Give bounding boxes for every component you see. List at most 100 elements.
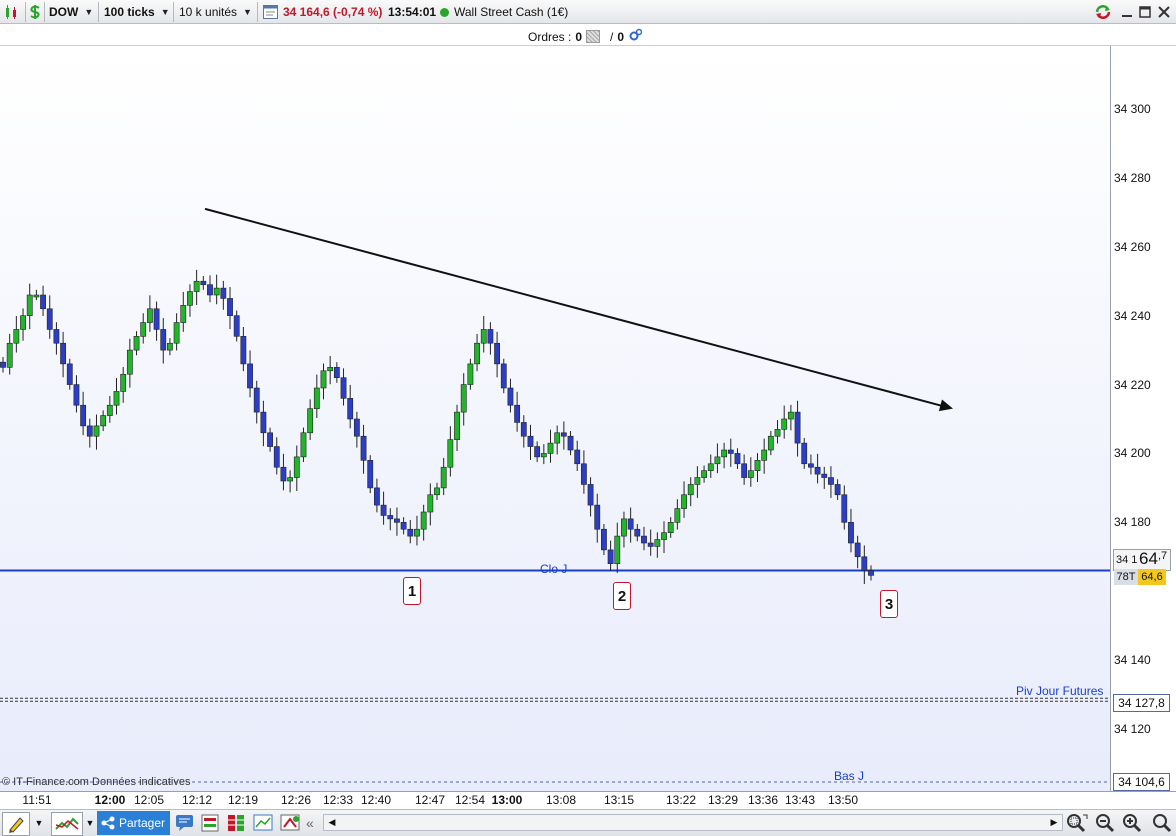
orders-grid-icon[interactable] — [586, 30, 601, 43]
time-tick-label: 11:51 — [22, 793, 52, 807]
orders-slash: / — [610, 29, 614, 44]
candle-body — [40, 294, 46, 310]
chevron-double-left-icon[interactable]: « — [306, 815, 314, 831]
window-chart-icon[interactable] — [253, 814, 275, 835]
alert-icon[interactable] — [280, 814, 302, 835]
horizontal-scrollbar[interactable]: ◀ ▶ — [323, 814, 1063, 831]
candle-body — [313, 387, 320, 409]
zoom-area-icon[interactable] — [1066, 813, 1088, 836]
indicator-icon[interactable] — [51, 812, 83, 836]
candle-body — [841, 494, 848, 523]
zoom-in-icon[interactable] — [1122, 813, 1144, 836]
candle-body — [387, 515, 394, 520]
price-axis[interactable] — [1110, 46, 1176, 791]
candle-body — [307, 408, 314, 434]
candle-body — [641, 535, 647, 544]
time-tick-label: 13:43 — [784, 793, 816, 807]
candle-body — [741, 463, 748, 478]
candle-body — [273, 446, 280, 468]
candle-body — [527, 435, 534, 447]
dollar-refresh-icon[interactable] — [28, 0, 44, 24]
candle-body — [601, 528, 607, 551]
candle-body — [828, 477, 834, 485]
scroll-right-icon[interactable]: ▶ — [1048, 817, 1060, 828]
minimize-button[interactable] — [1119, 0, 1135, 24]
chevron-down-icon: ▼ — [84, 7, 94, 17]
candle-body — [560, 432, 567, 437]
candle-body — [440, 466, 447, 489]
time-tick-label: 13:15 — [603, 793, 635, 807]
candle-body — [414, 528, 420, 537]
candle-body — [353, 418, 360, 437]
candle-body — [33, 294, 40, 298]
candle-body — [340, 377, 347, 399]
ticks-label: 100 ticks — [104, 5, 155, 19]
maximize-button[interactable] — [1137, 0, 1153, 24]
price-chart[interactable] — [0, 46, 1110, 791]
share-icon — [101, 816, 115, 830]
clock: 13:54:01 — [388, 0, 436, 24]
candle-body — [187, 291, 193, 306]
time-tick-label: 12:26 — [280, 793, 312, 807]
last-price-box: 34 1 64 ,7 — [1113, 549, 1171, 571]
ticks-select[interactable]: 100 ticks ▼ — [104, 0, 174, 24]
candle-body — [260, 411, 267, 434]
market-open-dot-icon — [440, 7, 449, 17]
pencil-icon[interactable] — [2, 812, 30, 836]
chevron-down-icon[interactable]: ▼ — [32, 812, 46, 834]
candle-body — [774, 429, 781, 437]
chevron-down-icon[interactable]: ▼ — [84, 812, 96, 834]
candle-body — [787, 411, 794, 420]
candle-body — [6, 342, 13, 368]
candle-body — [86, 425, 93, 437]
candle-body — [701, 470, 707, 478]
price-change: 34 164,6 (-0,74 %) — [283, 0, 382, 24]
candle-body — [754, 460, 761, 471]
price-window-icon[interactable] — [263, 0, 281, 24]
candle-body — [767, 435, 774, 451]
chat-icon[interactable] — [175, 814, 195, 835]
close-button[interactable] — [1156, 0, 1172, 24]
zoom-reset-icon[interactable] — [1152, 813, 1174, 836]
orders-count-b: 0 — [617, 29, 625, 44]
ladder-icon[interactable] — [227, 814, 247, 835]
time-axis[interactable] — [0, 791, 1176, 809]
candle-body — [794, 411, 801, 444]
sync-icon[interactable] — [1094, 0, 1114, 24]
price-change-value: 34 164,6 (-0,74 %) — [283, 5, 383, 19]
candle-body — [220, 287, 227, 299]
candle-body — [467, 363, 474, 385]
time-tick-label: 12:00 — [94, 793, 126, 807]
candle-body — [213, 287, 220, 296]
candlestick-chart-icon[interactable] — [4, 0, 22, 24]
candle-body — [454, 411, 460, 440]
gear-icon[interactable] — [628, 28, 643, 45]
candle-body — [447, 439, 454, 468]
time-tick-label: 12:47 — [414, 793, 446, 807]
time-tick-label: 12:05 — [133, 793, 165, 807]
candle-body — [487, 329, 494, 344]
candle-body — [547, 442, 554, 454]
zoom-out-icon[interactable] — [1095, 813, 1117, 836]
bas-j-price-box: 34 104,6 — [1113, 773, 1170, 791]
candle-body — [13, 329, 20, 344]
candle-body — [120, 373, 127, 392]
price-tick-label: 34 140 — [1114, 653, 1151, 668]
candle-body — [293, 456, 300, 478]
units-select[interactable]: 10 k unités ▼ — [179, 0, 255, 24]
candle-body — [707, 463, 714, 471]
order-book-icon[interactable] — [201, 814, 221, 835]
candle-body — [73, 384, 80, 406]
candle-body — [814, 466, 821, 475]
candle-body — [520, 422, 527, 437]
candle-body — [474, 342, 480, 365]
candle-body — [53, 329, 60, 344]
bottom-toolbar: ▼ ▼ Partager « ◀ ▶ — [0, 809, 1176, 836]
candle-body — [167, 342, 173, 351]
scroll-left-icon[interactable]: ◀ — [326, 817, 338, 828]
candle-body — [627, 518, 634, 530]
candle-body — [868, 570, 874, 576]
share-button[interactable]: Partager — [97, 811, 170, 835]
candle-body — [848, 522, 854, 544]
instrument-select[interactable]: DOW ▼ — [49, 0, 95, 24]
